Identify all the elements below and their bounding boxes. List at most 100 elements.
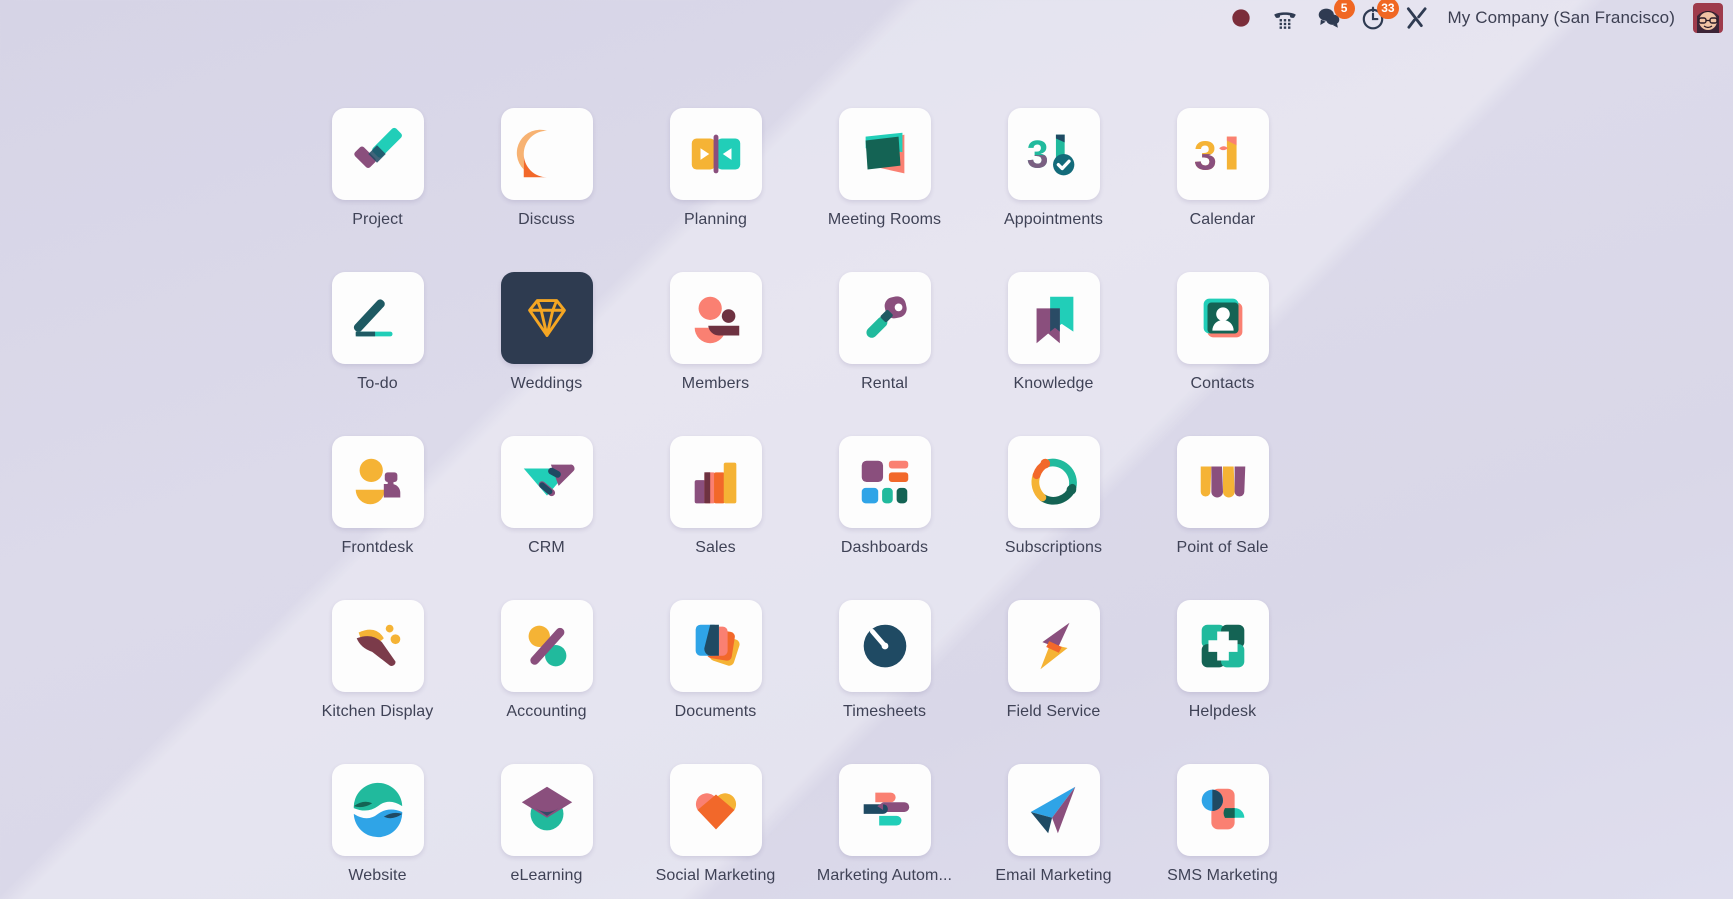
app-documents[interactable]: Documents <box>631 600 800 764</box>
contacts-icon <box>1176 272 1269 364</box>
app-project[interactable]: Project <box>293 108 462 272</box>
app-label: Point of Sale <box>1176 539 1269 556</box>
app-email-marketing[interactable]: Email Marketing <box>969 764 1138 899</box>
app-appointments[interactable]: 3 3 Appointments <box>969 108 1138 272</box>
avatar[interactable] <box>1693 3 1723 33</box>
documents-icon <box>669 600 762 692</box>
accounting-icon <box>500 600 593 692</box>
app-label: Social Marketing <box>655 867 776 884</box>
marketing-automation-icon <box>838 764 931 856</box>
app-dashboards[interactable]: Dashboards <box>800 436 969 600</box>
settings-tools-icon[interactable] <box>1404 5 1430 31</box>
app-label: Marketing Autom... <box>816 867 953 884</box>
app-label: Meeting Rooms <box>827 211 942 228</box>
app-discuss[interactable]: Discuss <box>462 108 631 272</box>
app-accounting[interactable]: Accounting <box>462 600 631 764</box>
app-label: Email Marketing <box>995 867 1112 884</box>
app-label: Members <box>681 375 750 392</box>
app-label: Documents <box>674 703 757 720</box>
app-marketing-automation[interactable]: Marketing Autom... <box>800 764 969 899</box>
app-label: Discuss <box>518 211 575 228</box>
messages-icon[interactable]: 5 <box>1316 0 1355 31</box>
dashboards-icon <box>838 436 931 528</box>
record-indicator-icon[interactable] <box>1228 5 1254 31</box>
timesheets-icon <box>838 600 931 692</box>
app-todo[interactable]: To-do <box>293 272 462 436</box>
app-label: CRM <box>528 539 565 556</box>
subscriptions-icon <box>1007 436 1100 528</box>
app-timesheets[interactable]: Timesheets <box>800 600 969 764</box>
app-label: Weddings <box>510 375 583 392</box>
apps-grid: Project Discuss Planning Meeting Rooms 3… <box>293 108 1293 899</box>
members-icon <box>669 272 762 364</box>
app-elearning[interactable]: eLearning <box>462 764 631 899</box>
frontdesk-icon <box>331 436 424 528</box>
app-point-of-sale[interactable]: Point of Sale <box>1138 436 1307 600</box>
app-label: eLearning <box>510 867 583 884</box>
voip-phone-icon[interactable] <box>1272 5 1298 31</box>
app-label: Knowledge <box>1013 375 1094 392</box>
knowledge-icon <box>1007 272 1100 364</box>
planning-icon <box>669 108 762 200</box>
app-website[interactable]: Website <box>293 764 462 899</box>
messages-badge: 5 <box>1333 0 1355 19</box>
top-system-bar: 5 33 My Company (San Francisco) <box>0 0 1733 36</box>
sales-icon <box>669 436 762 528</box>
app-rental[interactable]: Rental <box>800 272 969 436</box>
social-marketing-icon <box>669 764 762 856</box>
app-crm[interactable]: CRM <box>462 436 631 600</box>
app-label: Frontdesk <box>341 539 414 556</box>
app-label: Dashboards <box>840 539 929 556</box>
app-label: Sales <box>695 539 736 556</box>
weddings-icon <box>500 272 593 364</box>
project-icon <box>331 108 424 200</box>
app-label: Accounting <box>506 703 587 720</box>
sms-marketing-icon <box>1176 764 1269 856</box>
activities-icon[interactable]: 33 <box>1360 0 1399 31</box>
app-knowledge[interactable]: Knowledge <box>969 272 1138 436</box>
app-meeting-rooms[interactable]: Meeting Rooms <box>800 108 969 272</box>
crm-icon <box>500 436 593 528</box>
app-label: Calendar <box>1189 211 1256 228</box>
website-icon <box>331 764 424 856</box>
activities-badge: 33 <box>1377 0 1399 19</box>
helpdesk-icon <box>1176 600 1269 692</box>
app-label: Helpdesk <box>1188 703 1257 720</box>
app-calendar[interactable]: 3 3 Calendar <box>1138 108 1307 272</box>
rental-icon <box>838 272 931 364</box>
app-helpdesk[interactable]: Helpdesk <box>1138 600 1307 764</box>
app-sms-marketing[interactable]: SMS Marketing <box>1138 764 1307 899</box>
app-label: Field Service <box>1006 703 1101 720</box>
app-planning[interactable]: Planning <box>631 108 800 272</box>
app-label: SMS Marketing <box>1167 867 1278 884</box>
appointments-icon: 3 3 <box>1007 108 1100 200</box>
app-label: Project <box>352 211 403 228</box>
kitchen-display-icon <box>331 600 424 692</box>
app-label: Website <box>348 867 407 884</box>
app-label: Appointments <box>1003 211 1104 228</box>
app-subscriptions[interactable]: Subscriptions <box>969 436 1138 600</box>
app-social-marketing[interactable]: Social Marketing <box>631 764 800 899</box>
app-field-service[interactable]: Field Service <box>969 600 1138 764</box>
app-label: Kitchen Display <box>321 703 434 720</box>
elearning-icon <box>500 764 593 856</box>
app-label: Planning <box>683 211 748 228</box>
app-sales[interactable]: Sales <box>631 436 800 600</box>
app-members[interactable]: Members <box>631 272 800 436</box>
app-label: Rental <box>861 375 908 392</box>
field-service-icon <box>1007 600 1100 692</box>
app-label: Subscriptions <box>1004 539 1103 556</box>
calendar-icon: 3 3 <box>1176 108 1269 200</box>
point-of-sale-icon <box>1176 436 1269 528</box>
app-label: To-do <box>357 375 398 392</box>
company-switcher[interactable]: My Company (San Francisco) <box>1448 8 1675 28</box>
meeting-rooms-icon <box>838 108 931 200</box>
todo-icon <box>331 272 424 364</box>
app-label: Contacts <box>1190 375 1255 392</box>
email-marketing-icon <box>1007 764 1100 856</box>
app-frontdesk[interactable]: Frontdesk <box>293 436 462 600</box>
app-weddings[interactable]: Weddings <box>462 272 631 436</box>
app-kitchen-display[interactable]: Kitchen Display <box>293 600 462 764</box>
discuss-icon <box>500 108 593 200</box>
app-contacts[interactable]: Contacts <box>1138 272 1307 436</box>
